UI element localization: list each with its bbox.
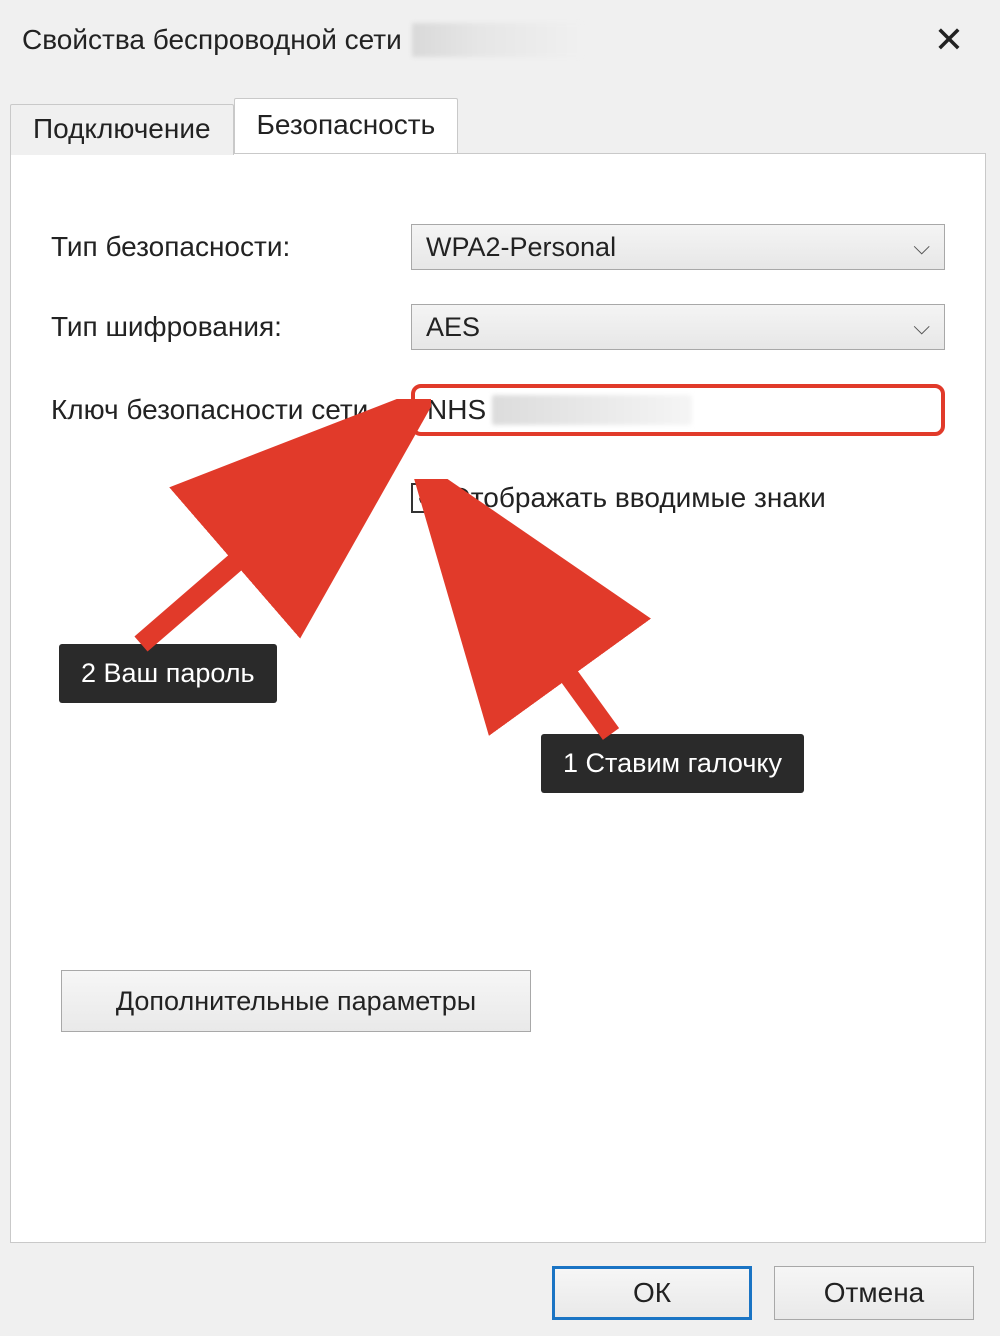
- security-type-label: Тип безопасности:: [51, 231, 411, 263]
- annotation-step2-text: 2 Ваш пароль: [81, 658, 255, 688]
- chevron-down-icon: ⌵: [913, 314, 930, 340]
- show-characters-checkbox[interactable]: ✓: [411, 483, 441, 513]
- ok-button-label: ОК: [633, 1277, 671, 1309]
- wireless-properties-window: Свойства беспроводной сети ✕ Подключение…: [0, 0, 1000, 1336]
- ok-button[interactable]: ОК: [552, 1266, 752, 1320]
- tab-security-label: Безопасность: [257, 109, 436, 140]
- window-title-container: Свойства беспроводной сети: [22, 23, 582, 57]
- annotation-step1: 1 Ставим галочку: [541, 734, 804, 793]
- tab-strip: Подключение Безопасность: [10, 98, 990, 153]
- title-bar: Свойства беспроводной сети ✕: [0, 0, 1000, 80]
- advanced-settings-button[interactable]: Дополнительные параметры: [61, 970, 531, 1032]
- encryption-label: Тип шифрования:: [51, 311, 411, 343]
- tabs-container: Подключение Безопасность Тип безопасност…: [10, 98, 990, 1243]
- row-show-characters: ✓ Отображать вводимые знаки: [411, 482, 945, 514]
- tab-connection[interactable]: Подключение: [10, 104, 234, 155]
- chevron-down-icon: ⌵: [913, 234, 930, 260]
- tab-connection-label: Подключение: [33, 113, 211, 144]
- arrow-to-checkbox-icon: [411, 479, 651, 749]
- row-security-key: Ключ безопасности сети NHS: [51, 384, 945, 436]
- tab-panel-security: Тип безопасности: WPA2-Personal ⌵ Тип ши…: [10, 153, 986, 1243]
- network-name-redacted: [412, 23, 582, 57]
- security-key-value: NHS: [427, 394, 486, 426]
- row-security-type: Тип безопасности: WPA2-Personal ⌵: [51, 224, 945, 270]
- annotation-step2: 2 Ваш пароль: [59, 644, 277, 703]
- security-key-label: Ключ безопасности сети: [51, 394, 411, 426]
- tab-security[interactable]: Безопасность: [234, 98, 459, 153]
- show-characters-label: Отображать вводимые знаки: [449, 482, 826, 514]
- cancel-button[interactable]: Отмена: [774, 1266, 974, 1320]
- security-type-dropdown[interactable]: WPA2-Personal ⌵: [411, 224, 945, 270]
- dialog-footer: ОК Отмена: [552, 1266, 974, 1320]
- encryption-dropdown[interactable]: AES ⌵: [411, 304, 945, 350]
- security-type-value: WPA2-Personal: [426, 232, 616, 263]
- security-key-redacted: [492, 395, 692, 425]
- close-icon[interactable]: ✕: [926, 18, 972, 62]
- advanced-settings-label: Дополнительные параметры: [116, 986, 476, 1017]
- encryption-value: AES: [426, 312, 480, 343]
- window-title: Свойства беспроводной сети: [22, 24, 402, 56]
- row-encryption: Тип шифрования: AES ⌵: [51, 304, 945, 350]
- cancel-button-label: Отмена: [824, 1277, 924, 1309]
- security-key-input[interactable]: NHS: [411, 384, 945, 436]
- annotation-step1-text: 1 Ставим галочку: [563, 748, 782, 778]
- security-form: Тип безопасности: WPA2-Personal ⌵ Тип ши…: [11, 154, 985, 514]
